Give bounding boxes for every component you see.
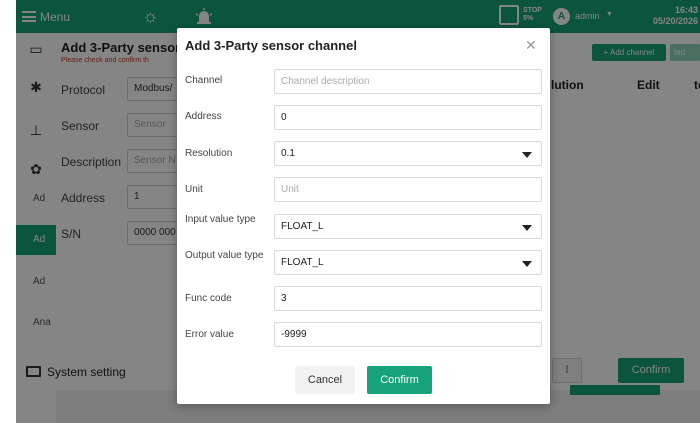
func-code-input[interactable]: 3: [274, 286, 542, 311]
output-value-type-select[interactable]: FLOAT_L: [274, 250, 542, 275]
output-value-type-value: FLOAT_L: [281, 257, 324, 268]
unit-label: Unit: [185, 184, 203, 195]
address-input[interactable]: 0: [274, 105, 542, 130]
resolution-label: Resolution: [185, 148, 233, 159]
close-icon[interactable]: ✕: [525, 37, 537, 54]
func-code-label: Func code: [185, 293, 232, 304]
channel-label: Channel: [185, 75, 223, 86]
input-value-type-value: FLOAT_L: [281, 221, 324, 232]
input-value-type-select[interactable]: FLOAT_L: [274, 214, 542, 239]
confirm-button[interactable]: Confirm: [367, 366, 432, 394]
resolution-select[interactable]: 0.1: [274, 141, 542, 166]
cancel-button[interactable]: Cancel: [295, 366, 355, 394]
address-label: Address: [185, 111, 222, 122]
input-value-type-label: Input value type: [185, 214, 256, 225]
chevron-down-icon: [522, 152, 532, 158]
channel-input[interactable]: Channel description: [274, 69, 542, 94]
unit-input[interactable]: Unit: [274, 177, 542, 202]
output-value-type-label: Output value type: [185, 250, 264, 261]
chevron-down-icon: [522, 261, 532, 267]
add-channel-dialog: Add 3-Party sensor channel ✕ Channel Cha…: [177, 28, 550, 404]
chevron-down-icon: [522, 225, 532, 231]
error-value-label: Error value: [185, 329, 234, 340]
error-value-input[interactable]: -9999: [274, 322, 542, 347]
resolution-value: 0.1: [281, 148, 295, 159]
dialog-title: Add 3-Party sensor channel: [185, 38, 357, 53]
